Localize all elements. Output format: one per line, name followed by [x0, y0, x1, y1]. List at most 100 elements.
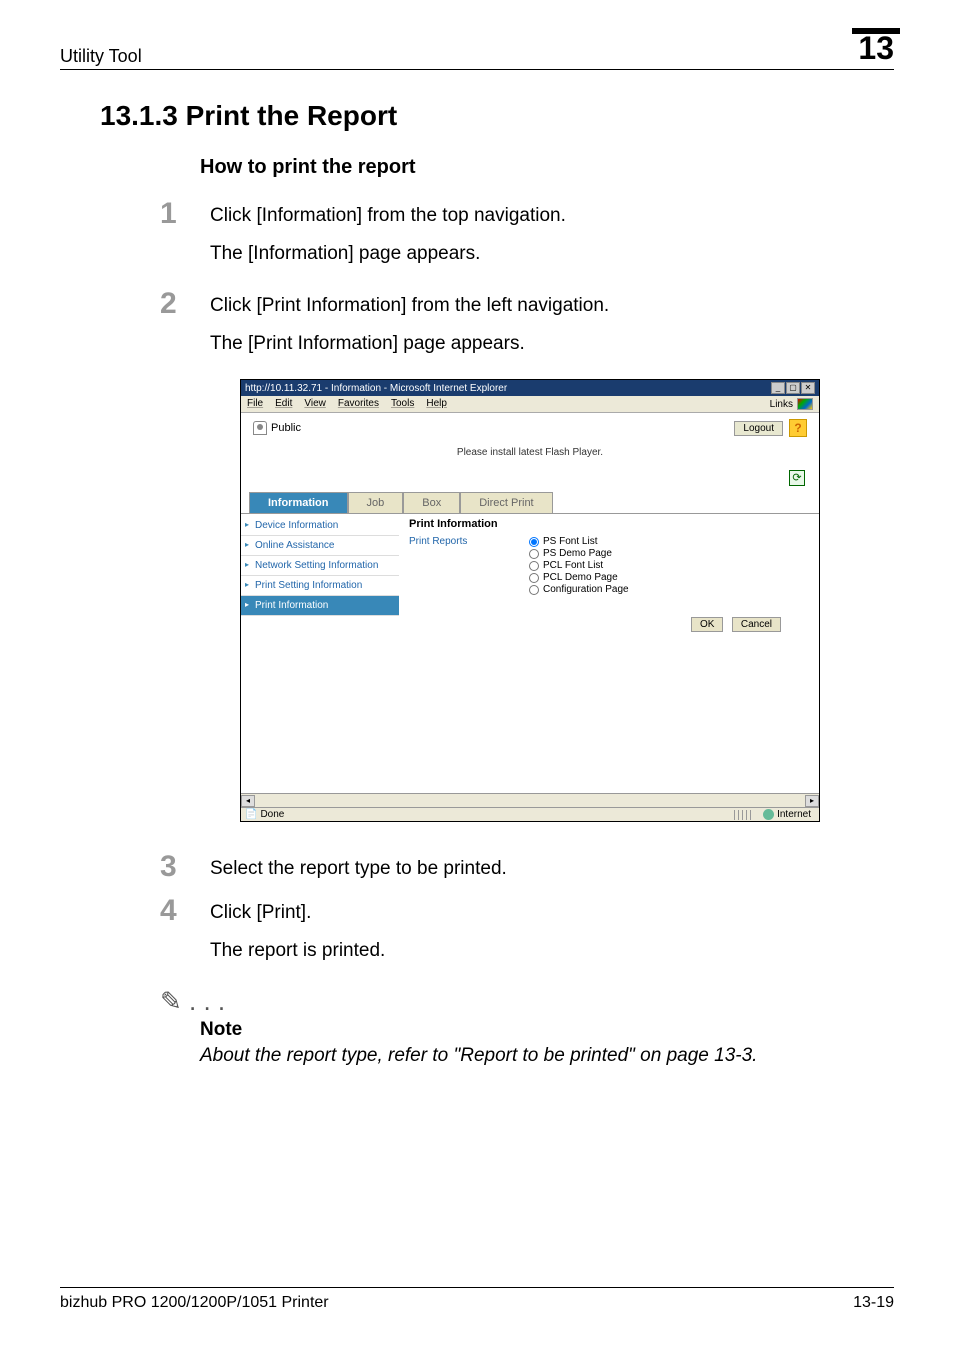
sidebar-item-print-info[interactable]: Print Information: [241, 596, 399, 616]
flash-install-message: Please install latest Flash Player.: [241, 447, 819, 458]
step-subtext: The [Information] page appears.: [210, 243, 894, 265]
ie-statusbar: 📄 Done Internet: [241, 807, 819, 821]
radio-input[interactable]: [529, 573, 539, 583]
header-accent-line: [852, 28, 900, 34]
ie-menubar: File Edit View Favorites Tools Help Link…: [241, 396, 819, 413]
step-subtext: The [Print Information] page appears.: [210, 333, 894, 355]
step-row: 1 Click [Information] from the top navig…: [160, 199, 894, 229]
header-chapter-text: 13: [858, 30, 894, 66]
user-icon: [253, 421, 267, 435]
status-dividers: [734, 810, 754, 820]
menu-tools[interactable]: Tools: [391, 398, 414, 410]
ie-flag-icon: [797, 398, 813, 410]
menu-favorites[interactable]: Favorites: [338, 398, 379, 410]
app-user-area: Public: [253, 421, 301, 435]
menu-help[interactable]: Help: [426, 398, 447, 410]
menu-edit[interactable]: Edit: [275, 398, 292, 410]
ie-links-bar: Links: [770, 398, 813, 410]
cancel-button[interactable]: Cancel: [732, 617, 781, 632]
internet-zone-icon: [763, 809, 774, 820]
radio-input[interactable]: [529, 561, 539, 571]
sub-heading: How to print the report: [200, 156, 894, 179]
page-header: Utility Tool 13: [60, 30, 894, 70]
ie-window-title: http://10.11.32.71 - Information - Micro…: [245, 383, 507, 394]
scroll-right-icon[interactable]: ▸: [805, 795, 819, 807]
section-heading: 13.1.3 Print the Report: [100, 100, 894, 132]
ok-button[interactable]: OK: [691, 617, 723, 632]
print-reports-options: PS Font List PS Demo Page PCL Font List …: [529, 536, 809, 596]
step-row: 3 Select the report type to be printed.: [160, 852, 894, 882]
user-label: Public: [271, 422, 301, 434]
ie-status-right: Internet: [728, 809, 811, 820]
ie-horizontal-scrollbar[interactable]: ◂ ▸: [241, 793, 819, 807]
footer-page-number: 13-19: [853, 1294, 894, 1312]
logout-button[interactable]: Logout: [734, 421, 783, 436]
note-text: About the report type, refer to "Report …: [200, 1045, 894, 1067]
sidebar-item-network-setting[interactable]: Network Setting Information: [241, 556, 399, 576]
app-header-right: Logout ?: [734, 419, 807, 437]
radio-ps-font-list[interactable]: PS Font List: [529, 536, 809, 547]
print-reports-label: Print Reports: [409, 536, 529, 596]
tab-direct-print[interactable]: Direct Print: [460, 492, 552, 513]
sidebar-item-print-setting[interactable]: Print Setting Information: [241, 576, 399, 596]
app-header: Public Logout ?: [241, 413, 819, 443]
header-chapter-number: 13: [858, 30, 894, 67]
radio-configuration-page[interactable]: Configuration Page: [529, 584, 809, 595]
embedded-screenshot: http://10.11.32.71 - Information - Micro…: [240, 379, 820, 822]
sidebar: Device Information Online Assistance Net…: [241, 514, 399, 793]
page-footer: bizhub PRO 1200/1200P/1051 Printer 13-19: [60, 1287, 894, 1312]
radio-input[interactable]: [529, 537, 539, 547]
button-row: OK Cancel: [409, 598, 809, 632]
content-area: Device Information Online Assistance Net…: [241, 513, 819, 793]
step-number: 1: [160, 199, 210, 229]
step-text: Select the report type to be printed.: [210, 852, 507, 882]
ie-status-zone-text: Internet: [777, 809, 811, 820]
content-row: Print Reports PS Font List PS Demo Page …: [409, 536, 809, 596]
menu-view[interactable]: View: [304, 398, 326, 410]
radio-label: PS Font List: [543, 536, 597, 547]
radio-pcl-demo-page[interactable]: PCL Demo Page: [529, 572, 809, 583]
step-number: 4: [160, 896, 210, 926]
step-row: 2 Click [Print Information] from the lef…: [160, 289, 894, 319]
step-text: Click [Print Information] from the left …: [210, 289, 609, 319]
scroll-left-icon[interactable]: ◂: [241, 795, 255, 807]
ie-status-left: 📄 Done: [245, 809, 284, 820]
help-icon[interactable]: ?: [789, 419, 807, 437]
note-icon: ✎ . . .: [160, 986, 894, 1017]
ie-titlebar: http://10.11.32.71 - Information - Micro…: [241, 380, 819, 396]
radio-label: PCL Demo Page: [543, 572, 618, 583]
tab-information[interactable]: Information: [249, 492, 348, 513]
radio-label: Configuration Page: [543, 584, 629, 595]
ie-window-buttons: _ ▢ ✕: [771, 382, 815, 394]
main-tabs: Information Job Box Direct Print: [249, 492, 819, 513]
step-row: 4 Click [Print].: [160, 896, 894, 926]
minimize-button[interactable]: _: [771, 382, 785, 394]
radio-ps-demo-page[interactable]: PS Demo Page: [529, 548, 809, 559]
step-number: 2: [160, 289, 210, 319]
close-button[interactable]: ✕: [801, 382, 815, 394]
content-main: Print Information Print Reports PS Font …: [399, 514, 819, 793]
radio-pcl-font-list[interactable]: PCL Font List: [529, 560, 809, 571]
radio-label: PCL Font List: [543, 560, 603, 571]
header-section-name: Utility Tool: [60, 46, 142, 67]
step-subtext: The report is printed.: [210, 940, 894, 962]
tab-box[interactable]: Box: [403, 492, 460, 513]
radio-label: PS Demo Page: [543, 548, 612, 559]
radio-input[interactable]: [529, 585, 539, 595]
content-title: Print Information: [409, 518, 809, 530]
ie-status-done-icon: 📄: [245, 809, 257, 820]
ie-links-label[interactable]: Links: [770, 399, 793, 410]
maximize-button[interactable]: ▢: [786, 382, 800, 394]
refresh-row: ⟳: [241, 468, 819, 492]
note-heading: Note: [200, 1019, 894, 1041]
menu-file[interactable]: File: [247, 398, 263, 410]
step-text: Click [Print].: [210, 896, 311, 926]
ie-status-done-text: Done: [260, 809, 284, 820]
sidebar-item-device-info[interactable]: Device Information: [241, 516, 399, 536]
footer-product-name: bizhub PRO 1200/1200P/1051 Printer: [60, 1294, 329, 1312]
step-text: Click [Information] from the top navigat…: [210, 199, 566, 229]
refresh-icon[interactable]: ⟳: [789, 470, 805, 486]
tab-job[interactable]: Job: [348, 492, 404, 513]
sidebar-item-online-assist[interactable]: Online Assistance: [241, 536, 399, 556]
radio-input[interactable]: [529, 549, 539, 559]
